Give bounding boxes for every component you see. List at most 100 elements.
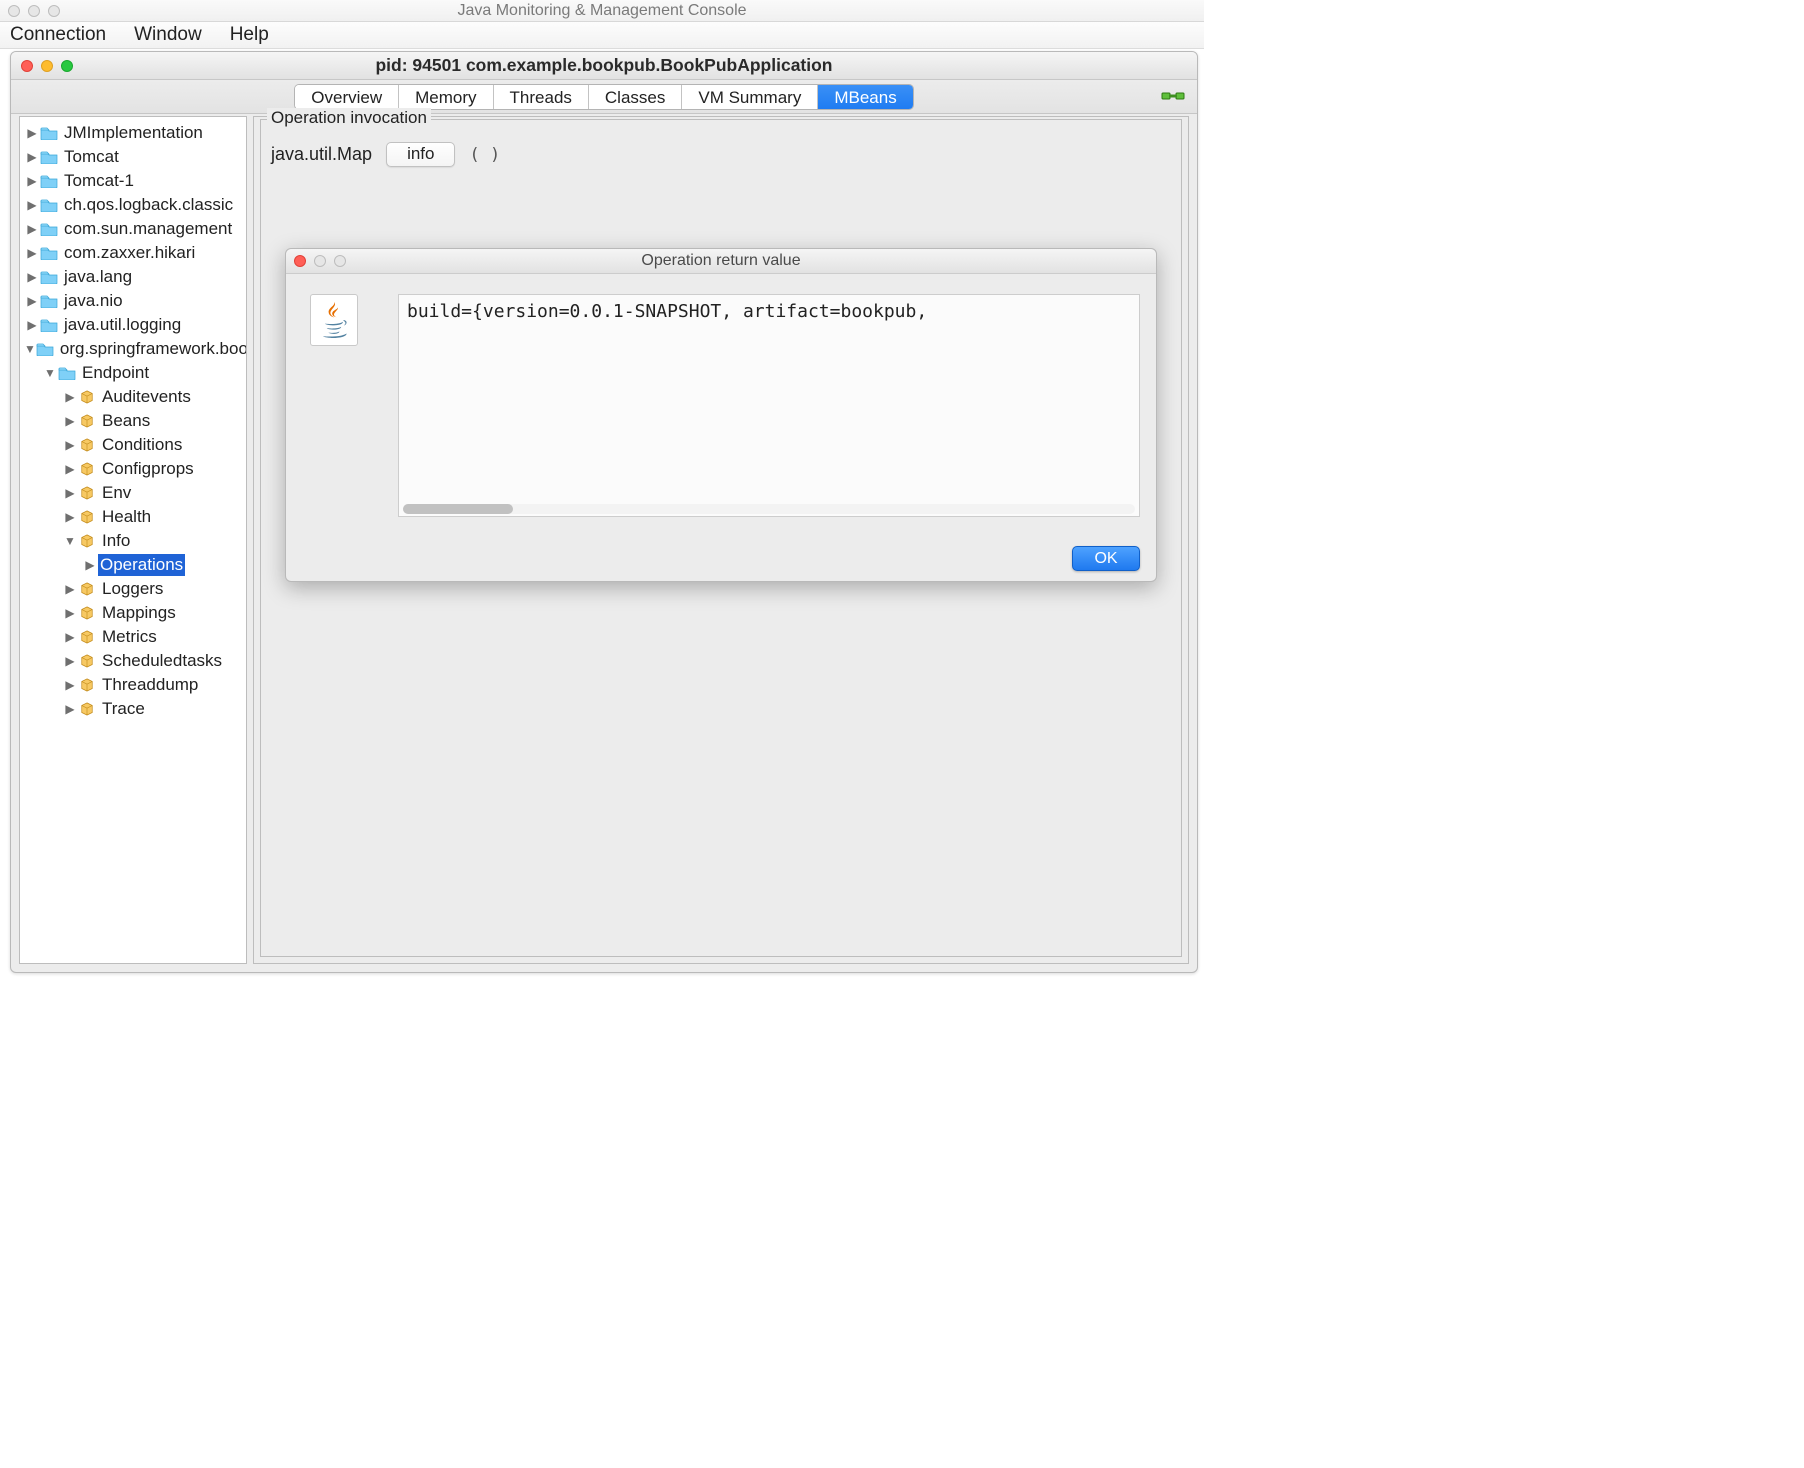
result-textbox[interactable]: build={version=0.0.1-SNAPSHOT, artifact=… [398, 294, 1140, 517]
tree-item[interactable]: ▶Scheduledtasks [20, 649, 246, 673]
tree-item[interactable]: ▼ Endpoint [20, 361, 246, 385]
mbean-icon [78, 485, 96, 501]
tree-item-label: Endpoint [80, 362, 151, 384]
dialog-title: Operation return value [286, 252, 1156, 270]
disclosure-icon[interactable]: ▼ [24, 338, 36, 360]
dialog-titlebar: Operation return value [286, 249, 1156, 274]
tree-item-label: ch.qos.logback.classic [62, 194, 235, 216]
ok-button[interactable]: OK [1072, 546, 1140, 571]
tree-item-label: Metrics [100, 626, 159, 648]
doc-window-title: pid: 94501 com.example.bookpub.BookPubAp… [11, 55, 1197, 76]
tree-item[interactable]: ▶ java.nio [20, 289, 246, 313]
disclosure-icon[interactable]: ▶ [24, 122, 40, 144]
tree-item[interactable]: ▶Trace [20, 697, 246, 721]
tree-item-label: Auditevents [100, 386, 193, 408]
disclosure-icon[interactable]: ▶ [24, 314, 40, 336]
folder-open-icon [36, 341, 54, 357]
folder-icon [40, 293, 58, 309]
disclosure-icon[interactable]: ▶ [62, 458, 78, 480]
outer-window-titlebar: Java Monitoring & Management Console [0, 0, 1204, 22]
disclosure-icon[interactable]: ▶ [62, 650, 78, 672]
tree-item-label: java.nio [62, 290, 125, 312]
tree-item[interactable]: ▶java.util.logging [20, 313, 246, 337]
tree-item-operations[interactable]: ▶Operations [20, 553, 246, 577]
tree-item-label: Operations [98, 554, 185, 576]
tree-item[interactable]: ▶Loggers [20, 577, 246, 601]
tree-item[interactable]: ▶ Auditevents [20, 385, 246, 409]
menu-window[interactable]: Window [134, 24, 202, 48]
connection-status-icon[interactable] [1161, 86, 1185, 106]
disclosure-icon[interactable]: ▶ [82, 554, 98, 576]
disclosure-icon[interactable]: ▶ [62, 674, 78, 696]
disclosure-icon[interactable]: ▼ [62, 530, 78, 552]
disclosure-icon[interactable]: ▶ [24, 290, 40, 312]
disclosure-icon[interactable]: ▶ [62, 482, 78, 504]
disclosure-icon[interactable]: ▶ [62, 386, 78, 408]
tree-item-label: Threaddump [100, 674, 200, 696]
disclosure-icon[interactable]: ▶ [62, 578, 78, 600]
menu-connection[interactable]: Connection [10, 24, 106, 48]
tab-classes[interactable]: Classes [589, 85, 682, 109]
content-panel: Operation invocation java.util.Map info … [253, 116, 1189, 964]
tree-item[interactable]: ▶Configprops [20, 457, 246, 481]
tree-item[interactable]: ▶Mappings [20, 601, 246, 625]
mbean-icon [78, 437, 96, 453]
disclosure-icon[interactable]: ▶ [24, 218, 40, 240]
disclosure-icon[interactable]: ▶ [62, 698, 78, 720]
tree-item[interactable]: ▶ Conditions [20, 433, 246, 457]
tree-item[interactable]: ▶Tomcat-1 [20, 169, 246, 193]
disclosure-icon[interactable]: ▶ [62, 434, 78, 456]
tree-item[interactable]: ▶Env [20, 481, 246, 505]
tree-item[interactable]: ▶Beans [20, 409, 246, 433]
tree-item-label: Conditions [100, 434, 184, 456]
menubar: Connection Window Help [0, 22, 1204, 49]
mbean-icon [78, 653, 96, 669]
folder-open-icon [58, 365, 76, 381]
folder-icon [40, 269, 58, 285]
tree-item[interactable]: ▶ java.lang [20, 265, 246, 289]
tree-item[interactable]: ▼org.springframework.boot [20, 337, 246, 361]
tab-mbeans[interactable]: MBeans [818, 85, 912, 109]
disclosure-icon[interactable]: ▶ [24, 170, 40, 192]
tab-memory[interactable]: Memory [399, 85, 493, 109]
tree-item[interactable]: ▶ JMImplementation [20, 121, 246, 145]
tree-item[interactable]: ▶Tomcat [20, 145, 246, 169]
tab-bar: Overview Memory Threads Classes VM Summa… [11, 80, 1197, 114]
disclosure-icon[interactable]: ▶ [24, 194, 40, 216]
tab-overview[interactable]: Overview [295, 85, 399, 109]
tree-item-label: com.sun.management [62, 218, 234, 240]
mbean-icon [78, 413, 96, 429]
tree-item[interactable]: ▶Health [20, 505, 246, 529]
tree-item[interactable]: ▶ Metrics [20, 625, 246, 649]
mbean-icon [78, 581, 96, 597]
panel-title: Operation invocation [267, 108, 431, 128]
disclosure-icon[interactable]: ▶ [62, 506, 78, 528]
disclosure-icon[interactable]: ▶ [24, 266, 40, 288]
tree-item-label: java.lang [62, 266, 134, 288]
tree-item[interactable]: ▼Info [20, 529, 246, 553]
tree-item-label: JMImplementation [62, 122, 205, 144]
horizontal-scrollbar[interactable] [403, 504, 1135, 514]
menu-help[interactable]: Help [230, 24, 269, 48]
folder-icon [40, 125, 58, 141]
operation-return-type: java.util.Map [271, 144, 372, 165]
operation-invocation-panel: Operation invocation java.util.Map info … [260, 119, 1182, 957]
operation-parens: ( ) [469, 145, 500, 165]
tree-item[interactable]: ▶ Threaddump [20, 673, 246, 697]
mbean-icon [78, 677, 96, 693]
mbean-icon [78, 605, 96, 621]
disclosure-icon[interactable]: ▶ [62, 626, 78, 648]
tree-item[interactable]: ▶ com.sun.management [20, 217, 246, 241]
disclosure-icon[interactable]: ▶ [62, 602, 78, 624]
disclosure-icon[interactable]: ▶ [24, 146, 40, 168]
return-value-dialog: Operation return value [285, 248, 1157, 582]
disclosure-icon[interactable]: ▶ [62, 410, 78, 432]
invoke-operation-button[interactable]: info [386, 142, 455, 167]
result-text: build={version=0.0.1-SNAPSHOT, artifact=… [399, 295, 1139, 328]
tab-vm-summary[interactable]: VM Summary [682, 85, 818, 109]
disclosure-icon[interactable]: ▼ [42, 362, 58, 384]
tab-threads[interactable]: Threads [494, 85, 589, 109]
tree-item[interactable]: ▶ ch.qos.logback.classic [20, 193, 246, 217]
disclosure-icon[interactable]: ▶ [24, 242, 40, 264]
tree-item[interactable]: ▶com.zaxxer.hikari [20, 241, 246, 265]
